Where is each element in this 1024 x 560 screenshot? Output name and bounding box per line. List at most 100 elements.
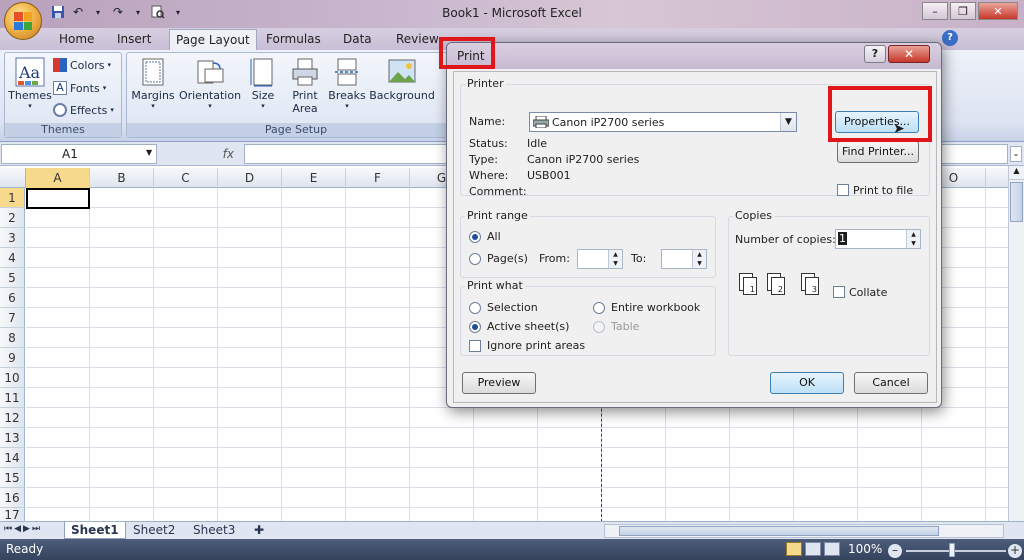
row-header[interactable]: 9	[0, 348, 25, 368]
tab-data[interactable]: Data	[343, 32, 372, 50]
cancel-button[interactable]: Cancel	[854, 372, 928, 394]
row-header[interactable]: 12	[0, 408, 25, 428]
ignore-print-areas-checkbox[interactable]	[469, 340, 481, 352]
print-range-all-radio[interactable]	[469, 231, 481, 243]
insert-sheet-icon[interactable]: ✚	[248, 522, 270, 539]
sheet-nav-icon[interactable]: ⏮◀▶⏭	[4, 524, 42, 534]
row-header[interactable]: 5	[0, 268, 25, 288]
print-dialog: Print ? ✕ Printer Name: Canon iP2700 ser…	[439, 37, 942, 408]
tab-formulas[interactable]: Formulas	[266, 32, 321, 50]
vertical-scroll-thumb[interactable]	[1010, 182, 1023, 222]
zoom-out-icon[interactable]: –	[888, 544, 902, 558]
normal-view-icon[interactable]	[786, 542, 802, 556]
column-header[interactable]: B	[90, 168, 154, 188]
column-header[interactable]: F	[346, 168, 410, 188]
number-of-copies-value: 1	[838, 232, 847, 245]
zoom-level[interactable]: 100%	[848, 542, 882, 556]
printer-dropdown-icon[interactable]: ▼	[780, 113, 796, 131]
themes-button[interactable]: Aa Themes ▾	[8, 57, 52, 110]
expand-formula-bar-icon[interactable]: ⌄	[1010, 146, 1022, 162]
dialog-close-icon[interactable]: ✕	[888, 45, 930, 63]
ok-button[interactable]: OK	[770, 372, 844, 394]
effects-button[interactable]: Effects ▾	[53, 103, 114, 117]
insert-function-icon[interactable]: fx	[160, 144, 242, 164]
page-break-preview-icon[interactable]	[824, 542, 840, 556]
row-header[interactable]: 10	[0, 368, 25, 388]
collate-checkbox[interactable]	[833, 286, 845, 298]
office-button[interactable]	[4, 2, 42, 40]
copies-spinner-icon[interactable]: ▲ ▼	[906, 230, 920, 248]
margins-button[interactable]: Margins ▾	[131, 57, 175, 110]
ignore-print-areas-label: Ignore print areas	[487, 339, 586, 352]
row-header[interactable]: 14	[0, 448, 25, 468]
from-page-input[interactable]: ▲ ▼	[577, 249, 623, 269]
row-header[interactable]: 13	[0, 428, 25, 448]
select-all-button[interactable]	[0, 168, 26, 188]
tab-page-layout[interactable]: Page Layout	[169, 29, 257, 50]
page-layout-view-icon[interactable]	[805, 542, 821, 556]
active-cell[interactable]	[26, 188, 90, 209]
print-area-button[interactable]: Print Area	[283, 57, 327, 115]
column-header[interactable]: E	[282, 168, 346, 188]
dialog-title-bar[interactable]: Print ? ✕	[447, 43, 941, 69]
zoom-slider[interactable]	[906, 550, 1006, 552]
row-header[interactable]: 16	[0, 488, 25, 508]
find-printer-button[interactable]: Find Printer...	[837, 141, 919, 163]
printer-name-combo[interactable]: Canon iP2700 series ▼	[529, 112, 797, 132]
row-header[interactable]: 7	[0, 308, 25, 328]
from-spinner-icon[interactable]: ▲ ▼	[608, 250, 622, 268]
active-sheets-radio[interactable]	[469, 321, 481, 333]
preview-button[interactable]: Preview	[462, 372, 536, 394]
name-box[interactable]: A1	[1, 144, 157, 164]
tab-insert[interactable]: Insert	[117, 32, 151, 50]
column-header[interactable]: A	[26, 168, 90, 188]
title-bar: ↶ ▾ ↷ ▾ ▾ Book1 - Microsoft Excel – ❐ ✕	[0, 0, 1024, 40]
row-header[interactable]: 3	[0, 228, 25, 248]
restore-icon[interactable]: ❐	[950, 2, 976, 20]
row-header[interactable]: 17	[0, 508, 25, 522]
row-header[interactable]: 2	[0, 208, 25, 228]
selection-radio[interactable]	[469, 302, 481, 314]
dialog-help-icon[interactable]: ?	[864, 45, 886, 63]
row-header[interactable]: 6	[0, 288, 25, 308]
entire-workbook-radio[interactable]	[593, 302, 605, 314]
table-radio[interactable]	[593, 321, 605, 333]
title-highlight-box	[439, 37, 495, 69]
print-area-icon	[290, 57, 320, 87]
row-header[interactable]: 15	[0, 468, 25, 488]
size-button[interactable]: Size ▾	[245, 57, 281, 110]
to-spinner-icon[interactable]: ▲ ▼	[692, 250, 706, 268]
row-header[interactable]: 1	[0, 188, 25, 208]
column-header[interactable]: C	[154, 168, 218, 188]
scroll-up-icon[interactable]: ▲	[1009, 166, 1024, 180]
background-button[interactable]: Background	[369, 57, 435, 102]
zoom-slider-thumb[interactable]	[949, 543, 955, 557]
name-box-dropdown-icon[interactable]: ▼	[146, 148, 152, 157]
number-of-copies-input[interactable]: 1 ▲ ▼	[835, 229, 921, 249]
horizontal-scrollbar[interactable]	[604, 524, 1004, 538]
tab-home[interactable]: Home	[59, 32, 94, 50]
colors-button[interactable]: Colors ▾	[53, 58, 111, 72]
orientation-button[interactable]: Orientation ▾	[177, 57, 243, 110]
horizontal-scroll-thumb[interactable]	[619, 526, 939, 536]
sheet-tab[interactable]: Sheet3	[187, 522, 241, 539]
column-header[interactable]: D	[218, 168, 282, 188]
print-to-file-checkbox[interactable]	[837, 184, 849, 196]
row-header[interactable]: 11	[0, 388, 25, 408]
sheet-tab[interactable]: Sheet1	[64, 522, 126, 539]
breaks-label: Breaks	[328, 89, 366, 102]
print-range-pages-radio[interactable]	[469, 253, 481, 265]
help-icon[interactable]: ?	[942, 30, 958, 46]
minimize-icon[interactable]: –	[922, 2, 948, 20]
close-icon[interactable]: ✕	[978, 2, 1018, 20]
zoom-in-icon[interactable]: +	[1008, 544, 1022, 558]
print-range-section: Print range All Page(s) From: ▲ ▼ To: ▲ ▼	[460, 209, 716, 278]
tab-review[interactable]: Review	[396, 32, 439, 50]
row-header[interactable]: 8	[0, 328, 25, 348]
to-page-input[interactable]: ▲ ▼	[661, 249, 707, 269]
sheet-tab[interactable]: Sheet2	[127, 522, 181, 539]
vertical-scrollbar[interactable]: ▲	[1008, 166, 1024, 522]
breaks-button[interactable]: Breaks ▾	[327, 57, 367, 110]
row-header[interactable]: 4	[0, 248, 25, 268]
fonts-button[interactable]: A Fonts ▾	[53, 81, 106, 95]
